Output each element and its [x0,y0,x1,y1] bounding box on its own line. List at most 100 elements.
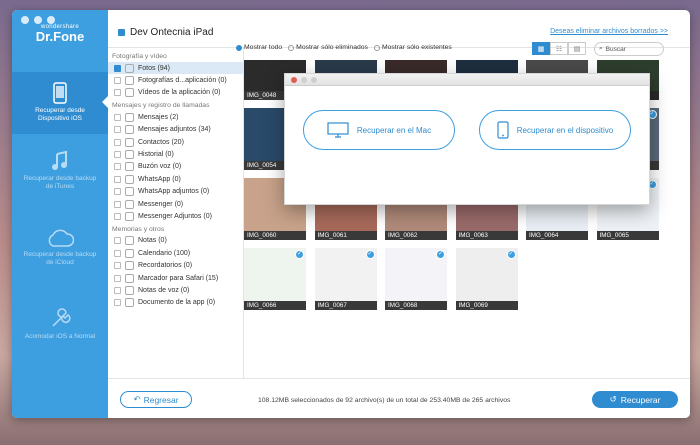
checkbox[interactable] [114,299,121,307]
dialog-close-button[interactable] [291,76,297,83]
photo-label: IMG_0068 [385,301,447,310]
tree-item-label: Mensajes adjuntos (34) [138,126,211,134]
device-name: Dev Ontecnia iPad [130,27,214,38]
tree-item[interactable]: WhatsApp (0) [108,173,243,185]
tablet-icon [497,121,509,139]
tree-item[interactable]: Historial (0) [108,148,243,160]
minimize-window-button[interactable] [34,16,42,24]
photo-tile[interactable]: IMG_0069 ✓ [455,248,518,310]
detail-view-icon[interactable]: ▤ [568,42,586,55]
delete-files-link[interactable]: Deseas eliminar archivos borrados >> [550,28,668,35]
checkbox[interactable] [114,188,121,196]
tree-item[interactable]: Recordatorios (0) [108,259,243,271]
checkbox[interactable] [114,262,121,270]
tree-item[interactable]: Notas (0) [108,235,243,247]
tree-item-label: Calendario (100) [138,249,191,257]
list-view-icon[interactable]: ☷ [550,42,568,55]
checkbox[interactable] [114,138,121,146]
zoom-window-button[interactable] [47,16,55,24]
checkbox[interactable] [114,212,121,220]
grid-view-icon[interactable]: ▦ [532,42,550,55]
recover-to-mac-button[interactable]: Recuperar en el Mac [303,110,455,150]
back-button[interactable]: ↶ Regresar [120,391,192,408]
bookmark-icon [125,273,134,283]
filter-show-deleted[interactable]: Mostrar sólo eliminados [288,44,368,51]
tree-item[interactable]: Messenger (0) [108,198,243,210]
music-note-icon [52,150,67,170]
photo-tile[interactable]: IMG_0067 ✓ [314,248,377,310]
tree-item-label: Notas (0) [138,237,167,245]
tree-item[interactable]: Calendario (100) [108,247,243,259]
recover-to-device-button[interactable]: Recuperar en el dispositivo [479,110,631,150]
check-icon[interactable]: ✓ [365,250,375,259]
close-window-button[interactable] [21,16,29,24]
tree-item[interactable]: Mensajes adjuntos (34) [108,124,243,136]
checkbox[interactable] [114,64,121,72]
dialog-minimize-button[interactable] [301,76,307,83]
sidebar-item-fix-ios[interactable]: Acomodar iOS a Normal [12,308,108,341]
view-toggle: ▦ ☷ ▤ [532,42,586,55]
tree-item[interactable]: Documento de la app (0) [108,297,243,309]
tree-item[interactable]: Contactos (20) [108,136,243,148]
tree-item-label: Fotos (94) [138,64,170,72]
tree-item[interactable]: Notas de voz (0) [108,284,243,296]
device-title: Dev Ontecnia iPad [118,27,213,38]
checkbox[interactable] [114,237,121,245]
checkbox[interactable] [114,200,121,208]
notes-icon [125,236,134,246]
tree-item[interactable]: Fotos (94) [108,62,243,75]
checkbox[interactable] [114,151,121,159]
tree-item-label: Messenger Adjuntos (0) [138,212,212,220]
search-input[interactable]: ⌕ Buscar [594,42,664,56]
tree-item-label: Historial (0) [138,151,174,159]
checkbox[interactable] [114,249,121,257]
tree-item-label: Fotografías d...aplicación (0) [138,77,227,85]
recover-to-mac-label: Recuperar en el Mac [356,125,432,135]
brand-large: Dr.Fone [35,29,85,44]
recover-destination-dialog: Recuperar en el Mac Recuperar en el disp… [284,73,650,205]
search-icon: ⌕ [599,45,603,52]
photo-tile[interactable]: IMG_0066 ✓ [244,248,306,310]
recover-button[interactable]: ↺ Recuperar [592,391,678,408]
radio-icon [236,44,242,51]
category-header: Memorias y otros [112,225,165,233]
tree-item-label: Messenger (0) [138,200,184,208]
dialog-zoom-button[interactable] [311,76,317,83]
search-placeholder: Buscar [605,45,626,53]
checkbox[interactable] [114,77,121,85]
check-icon[interactable]: ✓ [506,250,516,259]
reminder-icon [125,261,134,271]
photo-tile[interactable]: IMG_0068 ✓ [385,248,447,310]
checkbox[interactable] [114,89,121,97]
tree-item[interactable]: Marcador para Safari (15) [108,272,243,284]
checkbox[interactable] [114,113,121,121]
filter-show-existing[interactable]: Mostrar sólo existentes [373,44,452,51]
tree-item[interactable]: Vídeos de la aplicación (0) [108,87,243,99]
sidebar-item-label: Acomodar iOS a Normal [24,333,96,340]
tree-item[interactable]: Fotografías d...aplicación (0) [108,74,243,86]
photo-label: IMG_0064 [526,231,588,240]
selection-status: 108.12MB seleccionados de 92 archivo(s) … [258,397,511,404]
tree-item[interactable]: Buzón voz (0) [108,161,243,173]
checkbox[interactable] [114,175,121,183]
checkbox[interactable] [114,274,121,282]
sidebar-item-icloud[interactable]: Recuperar desde backup de iCloud [12,228,108,267]
device-checkbox[interactable] [118,29,125,36]
sidebar-item-itunes[interactable]: Recuperar desde backup de iTunes [12,150,108,191]
voicemail-icon [125,162,134,172]
messenger-icon [125,199,134,209]
recover-icon: ↺ [609,394,617,404]
photo-app-icon [125,76,134,86]
window-controls [21,16,55,24]
check-icon[interactable]: ✓ [295,250,304,259]
checkbox[interactable] [114,163,121,171]
sidebar-item-ios-device[interactable]: Recuperar desde Dispositivo iOS [12,72,108,134]
tree-item[interactable]: Messenger Adjuntos (0) [108,210,243,222]
checkbox[interactable] [114,126,121,134]
tree-item[interactable]: WhatsApp adjuntos (0) [108,186,243,198]
checkbox[interactable] [114,286,121,294]
filter-show-all[interactable]: Mostrar todo [236,44,282,51]
radio-icon [288,44,295,51]
check-icon[interactable]: ✓ [436,250,445,259]
tree-item[interactable]: Mensajes (2) [108,111,243,123]
